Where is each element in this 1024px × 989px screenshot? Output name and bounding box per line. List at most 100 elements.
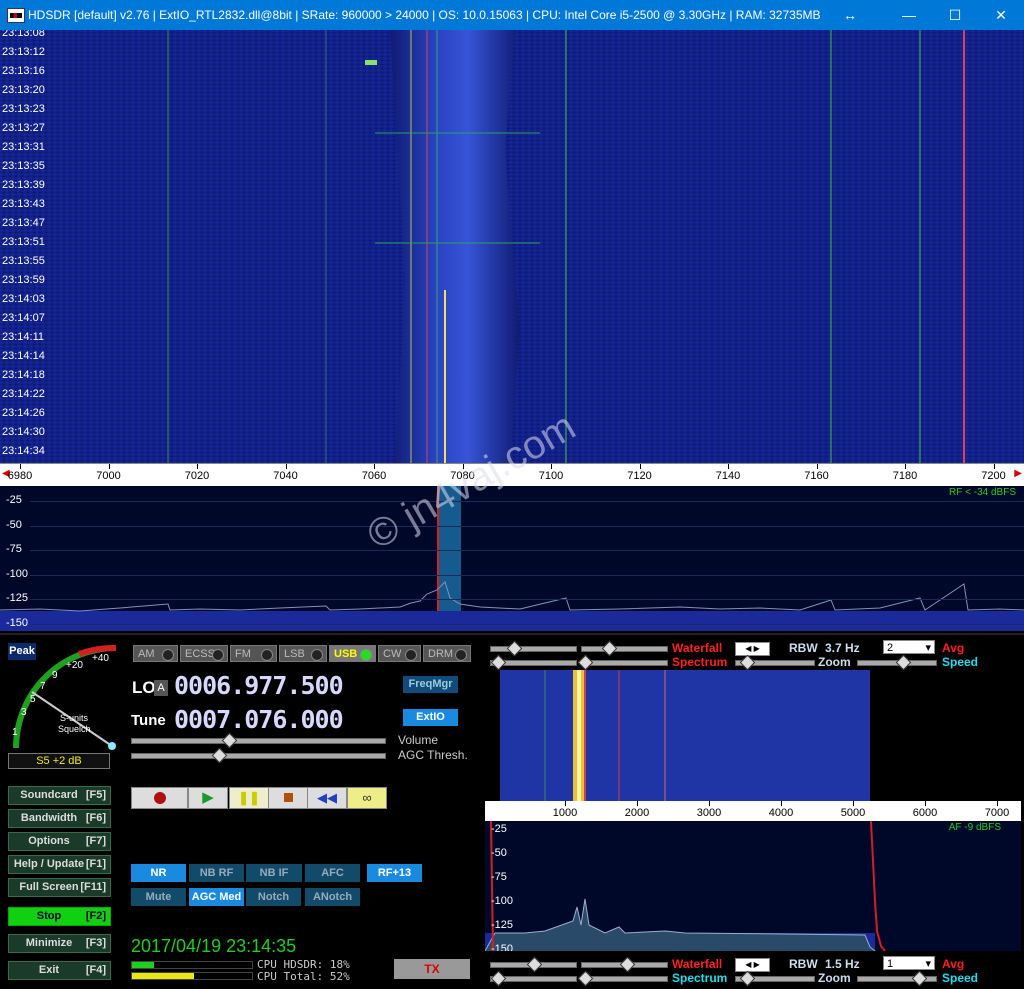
af-spectrum[interactable]: -25 -50 -75 -100 -125 -150 AF -9 dBFS — [485, 821, 1021, 951]
loop-button[interactable]: ∞ — [347, 787, 387, 809]
wf-ctrl-slider-1[interactable] — [490, 640, 577, 657]
chevron-down-icon: ▾ — [925, 642, 931, 654]
timestamp-label: 23:14:11 — [2, 331, 45, 343]
zoom-slider[interactable] — [735, 654, 815, 671]
af-wf-slider-2[interactable] — [581, 956, 668, 973]
rewind-icon: ◀◀ — [317, 790, 337, 805]
extio-button[interactable]: ExtIO — [403, 709, 458, 726]
freq-tick-mark — [285, 464, 287, 469]
dsp-anotch-button[interactable]: ANotch — [305, 888, 360, 906]
freq-tick-mark — [639, 464, 641, 469]
avg-value: 2 — [887, 642, 894, 654]
close-button[interactable]: ✕ — [978, 0, 1024, 30]
freq-tick-label: 7060 — [361, 470, 387, 482]
s-scale-9: 9 — [52, 670, 58, 681]
freqmgr-button[interactable]: FreqMgr — [403, 676, 458, 693]
lo-vfo-badge[interactable]: A — [154, 680, 168, 696]
timestamp-label: 23:13:16 — [2, 65, 45, 77]
grid-line — [30, 501, 1024, 502]
dsp-rf-13-button[interactable]: RF+13 — [367, 864, 422, 882]
af-sp-slider-1[interactable] — [490, 970, 577, 987]
mode-usb-button[interactable]: USB — [329, 645, 376, 662]
mode-fm-button[interactable]: FM — [230, 645, 277, 662]
wf-ctrl-slider-2[interactable] — [581, 640, 668, 657]
button-label: Bandwidth — [20, 812, 78, 824]
exit-button[interactable]: Exit [F4] — [8, 961, 111, 980]
s-units-label: S-units — [60, 713, 89, 723]
af-speed-slider[interactable] — [857, 970, 937, 987]
freq-tick-label: 7180 — [892, 470, 918, 482]
mode-lsb-button[interactable]: LSB — [279, 645, 327, 662]
dsp-agc-med-button[interactable]: AGC Med — [189, 888, 244, 906]
af-zoom-slider[interactable] — [735, 970, 815, 987]
play-button[interactable]: ▶ — [188, 787, 228, 809]
cpu-total-text: CPU Total: 52% — [257, 970, 350, 983]
freq-tick-label: 7120 — [627, 470, 652, 482]
af-sp-slider-2[interactable] — [577, 970, 668, 987]
scroll-right-icon[interactable]: ▶ — [1014, 468, 1022, 479]
dsp-mute-button[interactable]: Mute — [131, 888, 186, 906]
avg-dropdown[interactable]: 2 ▾ — [883, 640, 935, 654]
resize-icon[interactable]: ↔ — [826, 0, 874, 30]
mode-ecss-button[interactable]: ECSS — [180, 645, 228, 662]
stop-button[interactable]: Stop [F2] — [8, 907, 111, 926]
rf-spectrum[interactable]: -25 -50 -75 -100 -125 -150 RF < -34 dBFS — [0, 486, 1024, 631]
dsp-afc-button[interactable]: AFC — [305, 864, 360, 882]
mode-am-button[interactable]: AM — [133, 645, 178, 662]
tune-frequency[interactable]: 0007.076.000 — [174, 705, 344, 734]
freq-tick-label: 7040 — [273, 470, 298, 482]
rf-level: RF < -34 dBFS — [949, 487, 1016, 498]
af-tick-mark — [997, 801, 998, 806]
help-update-button[interactable]: Help / Update [F1] — [8, 855, 111, 874]
s-scale-3: 3 — [21, 707, 27, 718]
af-rbw-step-buttons[interactable]: ◀ ▶ — [735, 958, 770, 972]
mode-label: ECSS — [185, 648, 215, 660]
rf-waterfall[interactable]: 23:13:08 23:13:12 23:13:16 23:13:20 23:13:23… — [0, 30, 1024, 463]
af-rbw-label: RBW — [789, 957, 818, 971]
tx-button[interactable]: TX — [394, 959, 470, 979]
af-tick-label: 7000 — [984, 807, 1010, 819]
af-avg-dropdown[interactable]: 1 ▾ — [883, 956, 935, 970]
af-waterfall[interactable] — [485, 670, 1021, 801]
af-wf-slider-1[interactable] — [490, 956, 577, 973]
button-label: Help / Update — [13, 858, 85, 870]
agc-thresh-label: AGC Thresh. — [398, 748, 468, 762]
rbw-step-buttons[interactable]: ◀ ▶ — [735, 642, 770, 656]
timestamp-label: 23:13:35 — [2, 160, 45, 172]
minimize-button[interactable]: — — [886, 0, 932, 30]
af-spectrum-label: Spectrum — [672, 971, 728, 985]
bandwidth-button[interactable]: Bandwidth [F6] — [8, 809, 111, 828]
stop-playback-button[interactable] — [268, 787, 308, 809]
record-button[interactable] — [131, 787, 188, 809]
minimize-button[interactable]: Minimize [F3] — [8, 934, 111, 953]
dsp-nb-rf-button[interactable]: NB RF — [189, 864, 244, 882]
mode-drm-button[interactable]: DRM — [423, 645, 471, 662]
sp-ctrl-slider-1[interactable] — [490, 654, 577, 671]
timestamp-label: 23:13:43 — [2, 198, 45, 210]
dsp-nb-if-button[interactable]: NB IF — [246, 864, 302, 882]
pause-button[interactable]: ❚❚ — [229, 787, 269, 809]
soundcard-button[interactable]: Soundcard [F5] — [8, 786, 111, 805]
options-button[interactable]: Options [F7] — [8, 832, 111, 851]
maximize-button[interactable]: ☐ — [932, 0, 978, 30]
dsp-nr-button[interactable]: NR — [131, 864, 186, 882]
timestamp-label: 23:14:34 — [2, 445, 45, 457]
agc-thresh-slider[interactable] — [131, 747, 386, 764]
af-db-label: -50 — [491, 847, 507, 859]
freq-tick-mark — [108, 464, 110, 469]
cpu-hdsdr-bar — [131, 961, 253, 969]
speed-slider[interactable] — [857, 654, 937, 671]
af-tick-label: 2000 — [624, 807, 650, 819]
freq-tick-label: 7160 — [804, 470, 829, 482]
full-screen-button[interactable]: Full Screen [F11] — [8, 878, 111, 897]
volume-slider[interactable] — [131, 732, 386, 749]
timestamp-label: 23:13:31 — [2, 141, 45, 153]
timestamp-label: 23:14:26 — [2, 407, 45, 419]
timestamp-label: 23:14:22 — [2, 388, 45, 400]
dsp-notch-button[interactable]: Notch — [246, 888, 301, 906]
mode-cw-button[interactable]: CW — [378, 645, 421, 662]
rewind-button[interactable]: ◀◀ — [307, 787, 347, 809]
sp-ctrl-slider-2[interactable] — [577, 654, 668, 671]
grid-line — [30, 574, 1024, 576]
lo-frequency[interactable]: 0006.977.500 — [174, 671, 344, 700]
